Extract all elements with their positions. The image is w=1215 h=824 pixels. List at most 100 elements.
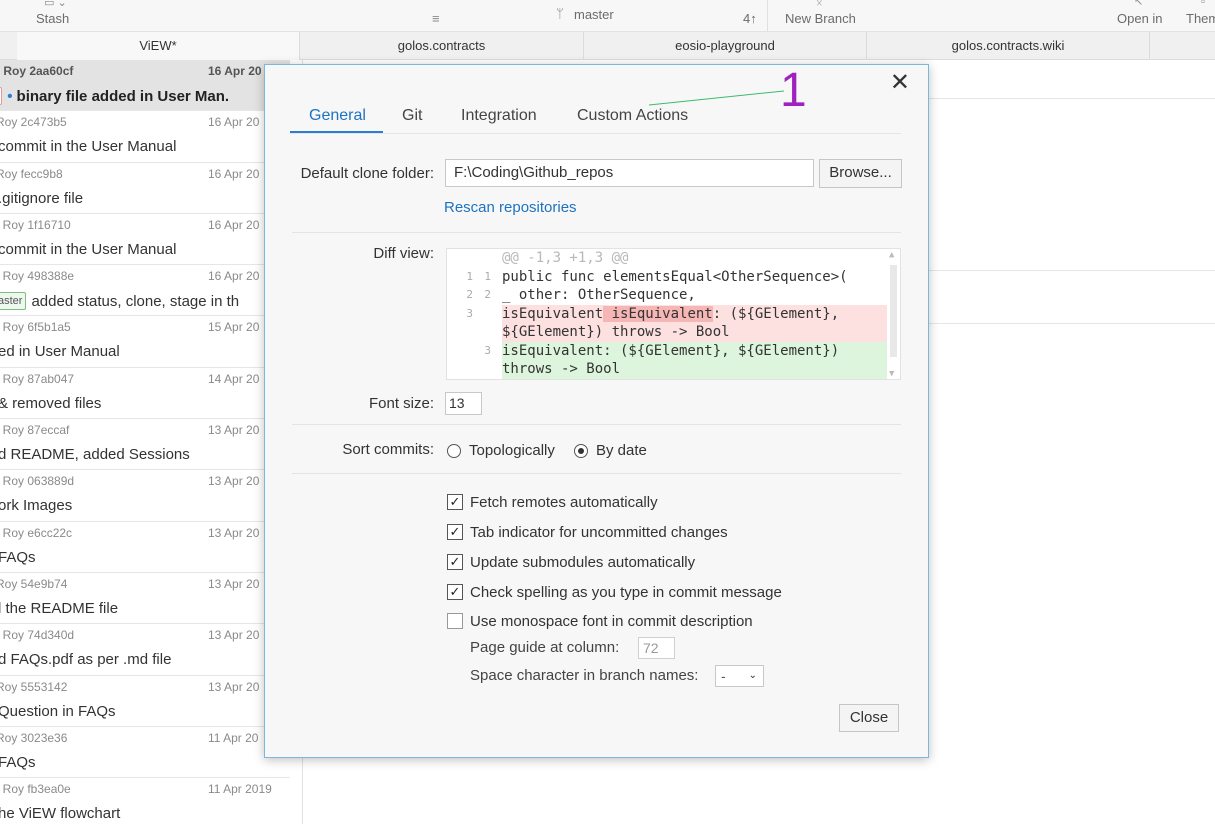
space-char-select[interactable]: - ⌄ xyxy=(715,665,764,687)
clone-folder-label: Default clone folder: xyxy=(300,165,434,182)
font-size-input[interactable]: 13 xyxy=(445,392,482,415)
commit-row[interactable]: Roy 5553142 13 Apr 20 Question in FAQs xyxy=(0,676,290,727)
commit-row[interactable]: t Roy 063889d 13 Apr 20 ork Images xyxy=(0,470,290,522)
diff-view-label: Diff view: xyxy=(373,245,434,262)
font-size-label: Font size: xyxy=(368,395,434,412)
commit-row[interactable]: Roy 3023e36 11 Apr 20 FAQs xyxy=(0,727,290,779)
scroll-down-icon[interactable]: ▼ xyxy=(889,369,894,379)
commit-message: FAQs xyxy=(0,548,36,566)
rescan-link[interactable]: Rescan repositories xyxy=(444,199,577,216)
monospace-label[interactable]: Use monospace font in commit description xyxy=(470,613,753,630)
sort-commits-label: Sort commits: xyxy=(342,441,434,458)
commit-row[interactable]: t Roy 6f5b1a5 15 Apr 20 ed in User Manua… xyxy=(0,316,290,368)
commit-message: d FAQs.pdf as per .md file xyxy=(0,651,172,669)
commit-row[interactable]: t Roy 74d340d 13 Apr 20 d FAQs.pdf as pe… xyxy=(0,624,290,676)
commit-row[interactable]: Roy fecc9b8 16 Apr 20 .gitignore file xyxy=(0,163,290,214)
scroll-thumb[interactable] xyxy=(890,265,897,357)
clone-folder-input[interactable]: F:\Coding\Github_repos xyxy=(445,159,814,187)
commit-date: 13 Apr 20 xyxy=(208,423,260,438)
commit-date: 16 Apr 20 xyxy=(208,217,260,232)
page-guide-input[interactable]: 72 xyxy=(638,637,675,659)
commit-row[interactable]: t Roy 87eccaf 13 Apr 20 d README, added … xyxy=(0,419,290,471)
fetch-remotes-label[interactable]: Fetch remotes automatically xyxy=(470,494,658,511)
diff-line: 2 2 _ other: OtherSequence, xyxy=(466,287,696,303)
commit-row[interactable]: t Roy e6cc22c 13 Apr 20 FAQs xyxy=(0,522,290,573)
annotation-line xyxy=(648,90,785,106)
commit-meta: t Roy 74d340d xyxy=(0,628,75,643)
commit-meta: Roy 2c473b5 xyxy=(0,115,67,130)
commit-meta: t Roy 6f5b1a5 xyxy=(0,320,71,335)
diff-preview: @@ -1,3 +1,3 @@ 1 1 public func elementsEq… xyxy=(446,248,901,380)
diff-line-removed: 3 isEquivalent isEquivalent: (${GElement}… xyxy=(447,304,887,323)
tab-golos-contracts-wiki[interactable]: golos.contracts.wiki xyxy=(867,32,1150,60)
commit-message: ed in User Manual xyxy=(0,343,120,361)
commit-list: t Roy 2aa60cf 16 Apr 20 r•binary file ad… xyxy=(0,60,290,824)
space-char-label: Space character in branch names: xyxy=(470,667,699,684)
browse-button[interactable]: Browse... xyxy=(819,159,902,188)
diff-line-added: 3 isEquivalent: (${GElement}, ${GElement}… xyxy=(447,341,887,360)
tabs-divider xyxy=(290,133,901,134)
tab-golos-contracts[interactable]: golos.contracts xyxy=(300,32,584,60)
diff-line-removed: ${GElement}) throws -> Bool xyxy=(447,323,887,342)
commit-message: l the README file xyxy=(0,599,119,617)
tab-indicator-checkbox[interactable]: ✓ xyxy=(447,524,463,540)
commit-meta: Roy 5553142 xyxy=(0,679,68,694)
tab-view[interactable]: ViEW* xyxy=(17,32,300,60)
update-submodules-label[interactable]: Update submodules automatically xyxy=(470,554,695,571)
commit-date: 11 Apr 2019 xyxy=(208,782,272,797)
new-branch-button[interactable]: New Branch xyxy=(785,11,856,26)
preferences-dialog: ✕ General Git Integration Custom Actions… xyxy=(264,64,929,758)
commit-meta: t Roy 498388e xyxy=(0,269,75,284)
theme-icon[interactable]: ▫ xyxy=(1201,0,1205,8)
commit-message: commit in the User Manual xyxy=(0,240,177,258)
theme-button[interactable]: Them xyxy=(1186,11,1215,26)
commit-date: 15 Apr 20 xyxy=(208,320,260,335)
radio-by-date[interactable] xyxy=(574,444,588,458)
diff-scrollbar[interactable]: ▲ ▼ xyxy=(889,250,898,379)
menu-lines-icon[interactable]: ≡ xyxy=(432,12,440,25)
monospace-checkbox[interactable] xyxy=(447,613,463,629)
radio-by-date-label[interactable]: By date xyxy=(596,442,647,459)
spell-check-checkbox[interactable]: ✓ xyxy=(447,584,463,600)
tab-indicator-label[interactable]: Tab indicator for uncommitted changes xyxy=(470,524,728,541)
commit-message: commit in the User Manual xyxy=(0,138,177,156)
commit-row[interactable]: Roy 54e9b74 13 Apr 20 l the README file xyxy=(0,573,290,625)
diff-line-added: throws -> Bool xyxy=(447,360,887,379)
ahead-count: 4↑ xyxy=(743,11,757,26)
commit-row[interactable]: t Roy 498388e 16 Apr 20 aster added statu… xyxy=(0,265,290,317)
scroll-up-icon[interactable]: ▲ xyxy=(889,250,894,260)
stash-button[interactable]: Stash xyxy=(36,11,69,26)
open-in-icon[interactable]: ↖ xyxy=(1134,0,1143,8)
commit-meta: t Roy 063889d xyxy=(0,474,75,489)
branch-badge[interactable]: r xyxy=(0,87,3,105)
branch-selector[interactable]: master xyxy=(574,7,614,22)
radio-topologically-label[interactable]: Topologically xyxy=(469,442,555,459)
update-submodules-checkbox[interactable]: ✓ xyxy=(447,554,463,570)
toolbar: ▭ ⌄ Stash ≡ ᛘ master 4↑ ᛟ New Branch ↖ O… xyxy=(0,0,1215,32)
commit-row[interactable]: t Roy 87ab047 14 Apr 20 & removed files xyxy=(0,368,290,420)
spell-check-label[interactable]: Check spelling as you type in commit mes… xyxy=(470,584,782,601)
commit-date: 13 Apr 20 xyxy=(208,474,260,489)
commit-row[interactable]: t Roy 1f16710 16 Apr 20 commit in the Us… xyxy=(0,214,290,266)
new-branch-icon[interactable]: ᛟ xyxy=(816,0,823,8)
commit-meta: t Roy 87ab047 xyxy=(0,371,75,386)
close-button[interactable]: Close xyxy=(839,704,899,732)
commit-message: binary file added in User Man. xyxy=(16,88,230,105)
commit-message: d README, added Sessions xyxy=(0,446,190,464)
commit-row[interactable]: t Roy fb3ea0e 11 Apr 2019 he ViEW flowch… xyxy=(0,778,290,824)
commit-row[interactable]: t Roy 2aa60cf 16 Apr 20 r•binary file ad… xyxy=(0,60,290,112)
branch-badge[interactable]: aster xyxy=(0,292,27,311)
commit-message: he ViEW flowchart xyxy=(0,805,121,823)
tab-eosio-playground[interactable]: eosio-playground xyxy=(584,32,867,60)
section-divider xyxy=(292,424,901,425)
radio-topologically[interactable] xyxy=(447,444,461,458)
stash-icon[interactable]: ▭ ⌄ xyxy=(44,0,67,9)
fetch-remotes-checkbox[interactable]: ✓ xyxy=(447,494,463,510)
commit-row[interactable]: Roy 2c473b5 16 Apr 20 commit in the User… xyxy=(0,111,290,163)
commit-message: added status, clone, stage in th xyxy=(31,293,240,311)
commit-message: & removed files xyxy=(0,394,102,412)
commit-meta: Roy fecc9b8 xyxy=(0,166,63,181)
commit-date: 11 Apr 20 xyxy=(208,730,259,745)
open-in-button[interactable]: Open in xyxy=(1117,11,1163,26)
commit-meta: t Roy 87eccaf xyxy=(0,423,70,438)
